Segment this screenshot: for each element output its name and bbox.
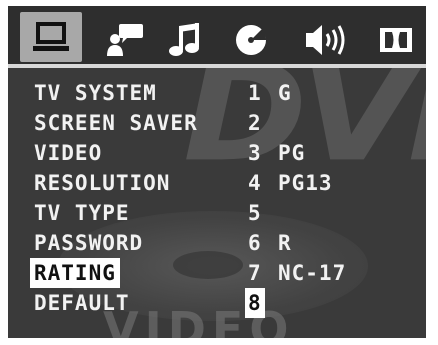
menu-item-label: SCREEN SAVER	[34, 111, 198, 135]
menu-item-label: RESOLUTION	[34, 171, 171, 195]
rating-option-number[interactable]: 3	[248, 138, 262, 168]
tab-underline	[8, 64, 426, 68]
menu-item-tv-type[interactable]: TV TYPE 5	[8, 198, 426, 228]
rating-option-number[interactable]: 5	[248, 198, 262, 228]
music-note-icon	[168, 22, 202, 58]
rating-option-label[interactable]: PG	[278, 138, 305, 168]
menu-item-label: VIDEO	[34, 141, 103, 165]
rating-option-label[interactable]: R	[278, 228, 292, 258]
menu-item-label: TV SYSTEM	[34, 81, 157, 105]
menu-item-resolution[interactable]: RESOLUTION 4 PG13	[8, 168, 426, 198]
rating-option-number[interactable]: 1	[248, 78, 262, 108]
menu-item-screen-saver[interactable]: SCREEN SAVER 2	[8, 108, 426, 138]
dvd-setup-screen: DVD VIDEO	[8, 6, 426, 338]
tab-speaker[interactable]	[298, 16, 354, 64]
rating-option-number[interactable]: 6	[248, 228, 262, 258]
setup-tab-bar	[8, 6, 426, 68]
rating-option-label[interactable]: PG13	[278, 168, 333, 198]
tab-audio[interactable]	[160, 16, 210, 64]
rating-option-label[interactable]: G	[278, 78, 292, 108]
menu-item-rating[interactable]: RATING 7 NC-17	[8, 258, 426, 288]
tab-language[interactable]	[100, 16, 150, 64]
dolby-icon	[378, 25, 414, 55]
rating-option-number[interactable]: 4	[248, 168, 262, 198]
rating-option-number[interactable]: 2	[248, 108, 262, 138]
menu-item-tv-system[interactable]: TV SYSTEM 1 G	[8, 78, 426, 108]
tab-display[interactable]	[226, 16, 276, 64]
monitor-icon	[33, 20, 69, 54]
tab-dolby[interactable]	[373, 16, 419, 64]
tab-general[interactable]	[20, 12, 82, 62]
disc-icon	[234, 23, 268, 57]
speech-person-icon	[105, 23, 145, 57]
menu-item-label: PASSWORD	[34, 231, 144, 255]
menu-item-label: TV TYPE	[34, 201, 130, 225]
menu-item-video[interactable]: VIDEO 3 PG	[8, 138, 426, 168]
rating-option-number[interactable]: 7	[248, 258, 262, 288]
rating-option-label[interactable]: NC-17	[278, 258, 346, 288]
speaker-icon	[304, 23, 348, 57]
menu-item-default[interactable]: DEFAULT 8	[8, 288, 426, 318]
rating-option-number-selected[interactable]: 8	[245, 288, 265, 318]
menu-item-label: RATING	[30, 258, 120, 288]
menu-item-password[interactable]: PASSWORD 6 R	[8, 228, 426, 258]
menu-item-label: DEFAULT	[34, 291, 130, 315]
